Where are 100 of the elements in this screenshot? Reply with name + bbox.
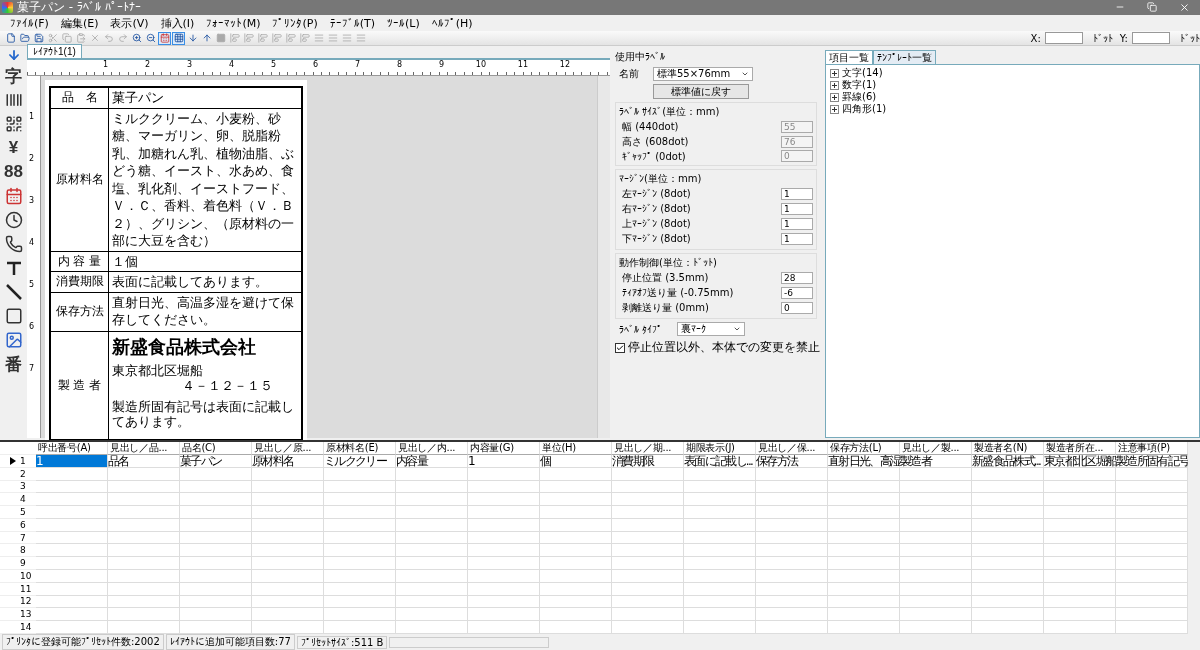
table-cell[interactable] [612, 544, 684, 558]
table-cell[interactable] [1044, 582, 1116, 596]
table-cell[interactable] [684, 544, 756, 558]
table-cell[interactable] [612, 621, 684, 634]
checkbox[interactable] [615, 342, 625, 353]
table-cell[interactable]: 内容量 [396, 454, 468, 468]
menu-item[interactable]: ﾌｧｲﾙ(F) [4, 16, 55, 30]
table-cell[interactable] [396, 531, 468, 545]
table-cell[interactable] [828, 557, 900, 571]
table-cell[interactable] [108, 595, 180, 609]
table-cell[interactable] [684, 518, 756, 532]
type-dropdown[interactable]: 裏ﾏｰｸ [677, 322, 745, 336]
table-cell[interactable] [972, 493, 1044, 507]
table-cell[interactable] [540, 467, 612, 481]
table-cell[interactable] [540, 531, 612, 545]
table-cell[interactable] [540, 608, 612, 622]
table-cell[interactable] [612, 467, 684, 481]
table-cell[interactable] [900, 544, 972, 558]
table-cell[interactable] [540, 557, 612, 571]
table-cell[interactable] [900, 531, 972, 545]
table-cell[interactable] [324, 570, 396, 583]
table-cell[interactable] [828, 582, 900, 596]
table-cell[interactable] [900, 518, 972, 532]
table-cell[interactable] [36, 608, 108, 622]
table-cell[interactable] [252, 467, 324, 481]
spin-field[interactable]: 1 [781, 188, 813, 200]
table-cell[interactable] [324, 544, 396, 558]
table-cell[interactable] [396, 582, 468, 596]
table-cell[interactable] [252, 480, 324, 494]
tree-item[interactable]: 罫線(6) [842, 90, 877, 104]
table-cell[interactable] [612, 493, 684, 507]
table-cell[interactable] [396, 608, 468, 622]
table-cell[interactable] [684, 621, 756, 634]
table-cell[interactable] [828, 595, 900, 609]
coord-field[interactable] [1044, 32, 1083, 44]
zoom-out-icon[interactable] [144, 31, 157, 45]
table-cell[interactable] [612, 557, 684, 571]
table-cell[interactable] [1044, 595, 1116, 609]
table-cell[interactable] [252, 518, 324, 532]
table-cell[interactable] [180, 557, 252, 571]
table-cell[interactable] [900, 506, 972, 519]
layout-tab[interactable]: ﾚｲｱｳﾄ1(1) [27, 44, 82, 58]
table-cell[interactable] [828, 531, 900, 545]
table-cell[interactable] [756, 506, 828, 519]
table-cell[interactable] [828, 621, 900, 634]
table-cell[interactable] [252, 493, 324, 507]
table-cell[interactable] [396, 467, 468, 481]
table-cell[interactable] [684, 608, 756, 622]
column-header[interactable]: 期限表示(J) [684, 442, 756, 455]
name-dropdown[interactable]: 標準55×76mm [653, 67, 753, 81]
table-cell[interactable] [324, 518, 396, 532]
column-header[interactable]: 製造者所在... [1044, 442, 1116, 455]
table-cell[interactable] [540, 621, 612, 634]
coord-field[interactable] [1132, 32, 1170, 44]
table-cell[interactable]: 原材料名 [252, 454, 324, 468]
table-cell[interactable] [180, 506, 252, 519]
table-cell[interactable] [684, 570, 756, 583]
table-cell[interactable] [540, 518, 612, 532]
tool-button[interactable]: 番 [2, 354, 25, 374]
spin-field[interactable]: 1 [781, 233, 813, 245]
table-cell[interactable] [1044, 493, 1116, 507]
table-cell[interactable] [1044, 531, 1116, 545]
table-cell[interactable] [468, 595, 540, 609]
table-cell[interactable] [612, 582, 684, 596]
tool-button[interactable]: 88 [2, 162, 25, 182]
table-cell[interactable] [324, 531, 396, 545]
tree-item[interactable]: 四角形(1) [842, 102, 887, 116]
table-cell[interactable]: 保存方法 [756, 454, 828, 468]
table-cell[interactable] [1044, 506, 1116, 519]
table-cell[interactable]: 製造者 [900, 454, 972, 468]
table-cell[interactable] [180, 480, 252, 494]
table-cell[interactable] [468, 480, 540, 494]
table-cell[interactable] [684, 531, 756, 545]
table-cell[interactable] [540, 570, 612, 583]
table-cell[interactable] [828, 518, 900, 532]
table-cell[interactable] [108, 531, 180, 545]
table-cell[interactable] [180, 493, 252, 507]
grid-icon[interactable] [172, 31, 185, 45]
table-cell[interactable] [36, 544, 108, 558]
table-cell[interactable] [756, 595, 828, 609]
table-cell[interactable]: 品名 [108, 454, 180, 468]
table-cell[interactable] [540, 582, 612, 596]
column-header[interactable]: 製造者名(N) [972, 442, 1044, 455]
table-cell[interactable] [252, 506, 324, 519]
table-cell[interactable] [468, 608, 540, 622]
table-cell[interactable] [324, 608, 396, 622]
tree-item[interactable]: 数字(1) [842, 78, 877, 92]
expand-icon[interactable] [830, 68, 839, 78]
table-cell[interactable] [252, 570, 324, 583]
table-cell[interactable] [252, 621, 324, 634]
table-cell[interactable]: 個 [540, 454, 612, 468]
table-cell[interactable] [756, 582, 828, 596]
table-cell[interactable] [540, 595, 612, 609]
table-cell[interactable] [36, 531, 108, 545]
table-cell[interactable] [108, 544, 180, 558]
expand-icon[interactable] [830, 104, 839, 114]
table-cell[interactable] [684, 480, 756, 494]
table-cell[interactable] [324, 621, 396, 634]
table-cell[interactable] [972, 480, 1044, 494]
table-cell[interactable]: 直射日光、高湿 [828, 454, 900, 468]
